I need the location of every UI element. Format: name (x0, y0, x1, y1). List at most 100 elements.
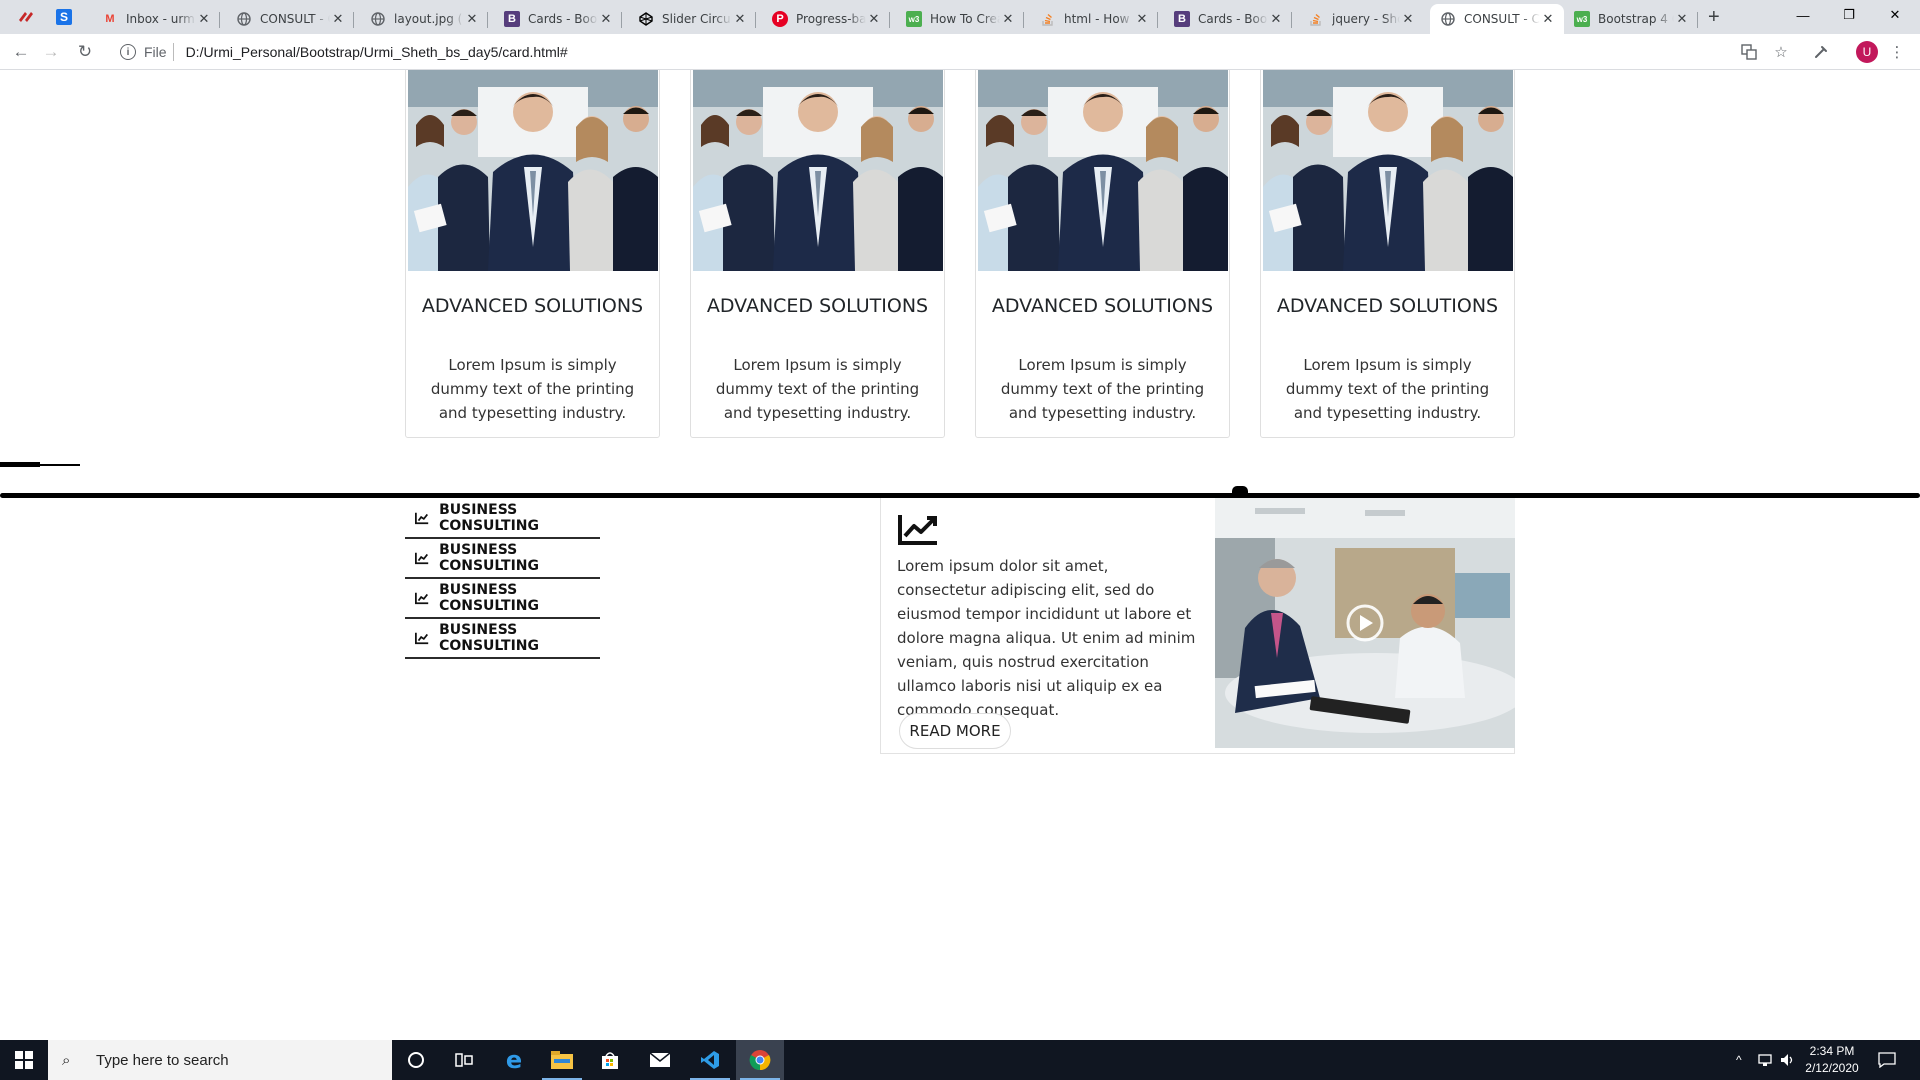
feature-card: Lorem ipsum dolor sit amet, consectetur … (880, 498, 1515, 754)
w3schools-icon: w3 (1574, 11, 1590, 27)
address-scheme-label: File (144, 44, 167, 60)
card-description: Lorem Ipsum is simply dummy text of the … (715, 356, 920, 422)
menu-kebab-icon[interactable]: ⋮ (1888, 43, 1906, 61)
browser-tab[interactable]: M Inbox - urmi ✕ (92, 4, 220, 34)
read-more-button[interactable]: READ MORE (899, 713, 1011, 749)
tab-close-icon[interactable]: ✕ (330, 11, 346, 27)
windows-taskbar: ⌕ Type here to search e ^ 2:34 PM 2/12/2… (0, 1040, 1920, 1080)
translate-icon[interactable] (1740, 43, 1758, 61)
globe-icon (370, 11, 386, 27)
pinned-tab-s-icon[interactable]: S (54, 7, 74, 27)
service-link[interactable]: BUSINESS CONSULTING (405, 619, 600, 659)
tab-close-icon[interactable]: ✕ (1268, 11, 1284, 27)
browser-tab-strip: S M Inbox - urmi ✕ CONSULT - C ✕ layout.jpg (… (0, 0, 1920, 34)
browser-tab[interactable]: P Progress-bar ✕ (762, 4, 890, 34)
back-arrow-icon[interactable]: ← (10, 41, 32, 63)
browser-tab[interactable]: w3 How To Creat✕ (896, 4, 1024, 34)
show-hidden-icons-chevron-icon[interactable]: ^ (1736, 1040, 1742, 1080)
team-photo (693, 70, 943, 271)
service-card: ADVANCED SOLUTIONS Lorem Ipsum is simply… (975, 70, 1230, 438)
bootstrap-icon: B (504, 11, 520, 27)
card-description: Lorem Ipsum is simply dummy text of the … (1285, 356, 1490, 422)
tab-close-icon[interactable]: ✕ (866, 11, 882, 27)
office-meeting-image (1215, 498, 1515, 748)
file-explorer-icon[interactable] (538, 1040, 586, 1080)
card-description: Lorem Ipsum is simply dummy text of the … (430, 356, 635, 422)
tab-title: Cards - Boots (1198, 12, 1268, 26)
close-window-button[interactable]: ✕ (1872, 0, 1918, 30)
team-photo (408, 70, 658, 271)
team-photo (1263, 70, 1513, 271)
service-link[interactable]: BUSINESS CONSULTING (405, 579, 600, 619)
service-label: BUSINESS CONSULTING (439, 502, 539, 534)
tab-close-icon[interactable]: ✕ (598, 11, 614, 27)
tab-close-icon[interactable]: ✕ (1540, 11, 1556, 27)
chrome-icon[interactable] (736, 1040, 784, 1080)
browser-tab[interactable]: jquery - Show✕ (1298, 4, 1424, 34)
tab-close-icon[interactable]: ✕ (1674, 11, 1690, 27)
tab-title: How To Creat (930, 12, 1000, 26)
tab-close-icon[interactable]: ✕ (1134, 11, 1150, 27)
browser-tab[interactable]: B Cards - Boots✕ (494, 4, 622, 34)
clock-date: 2/12/2020 (1805, 1061, 1859, 1075)
browser-tab[interactable]: B Cards - Boots✕ (1164, 4, 1292, 34)
service-card: ADVANCED SOLUTIONS Lorem Ipsum is simply… (405, 70, 660, 438)
tab-close-icon[interactable]: ✕ (464, 11, 480, 27)
address-bar[interactable]: i File D:/Urmi_Personal/Bootstrap/Urmi_S… (110, 37, 1790, 67)
site-info-icon[interactable]: i (120, 44, 136, 60)
pinterest-icon: P (772, 11, 788, 27)
profile-avatar[interactable]: U (1856, 41, 1878, 63)
browser-tab[interactable]: Slider Circula✕ (628, 4, 756, 34)
forward-arrow-icon[interactable]: → (40, 41, 62, 63)
mail-icon[interactable] (636, 1040, 684, 1080)
browser-tab[interactable]: html - How t ✕ (1030, 4, 1158, 34)
service-link[interactable]: BUSINESS CONSULTING (405, 499, 600, 539)
browser-tab[interactable]: CONSULT - C ✕ (1430, 4, 1564, 34)
service-link[interactable]: BUSINESS CONSULTING (405, 539, 600, 579)
line-chart-icon (415, 592, 429, 605)
service-label: BUSINESS CONSULTING (439, 542, 539, 574)
vscode-icon[interactable] (686, 1040, 734, 1080)
system-clock[interactable]: 2:34 PM 2/12/2020 (1792, 1043, 1872, 1077)
search-icon: ⌕ (62, 1051, 71, 1069)
address-url[interactable]: D:/Urmi_Personal/Bootstrap/Urmi_Sheth_bs… (186, 44, 568, 60)
cortana-icon[interactable] (392, 1040, 440, 1080)
search-placeholder: Type here to search (96, 1051, 229, 1069)
tab-close-icon[interactable]: ✕ (1000, 11, 1016, 27)
minimize-button[interactable]: — (1780, 0, 1826, 30)
edge-icon[interactable]: e (490, 1040, 538, 1080)
network-icon[interactable] (1758, 1040, 1774, 1080)
action-center-icon[interactable] (1878, 1040, 1896, 1080)
pinned-tab-icon[interactable] (16, 7, 36, 27)
browser-tab[interactable]: w3 Bootstrap 4 C ✕ (1564, 4, 1698, 34)
service-card: ADVANCED SOLUTIONS Lorem Ipsum is simply… (1260, 70, 1515, 438)
progress-indicator (0, 462, 40, 467)
new-tab-button[interactable]: + (1708, 6, 1720, 29)
tab-close-icon[interactable]: ✕ (732, 11, 748, 27)
tab-close-icon[interactable]: ✕ (196, 11, 212, 27)
stackoverflow-icon (1040, 11, 1056, 27)
tab-close-icon[interactable]: ✕ (1400, 11, 1416, 27)
browser-tab[interactable]: CONSULT - C ✕ (226, 4, 354, 34)
line-chart-icon (415, 552, 429, 565)
tab-title: layout.jpg (1 (394, 12, 464, 26)
team-photo (978, 70, 1228, 271)
tab-title: Bootstrap 4 C (1598, 12, 1674, 26)
browser-toolbar: ← → ↻ i File D:/Urmi_Personal/Bootstrap/… (0, 34, 1920, 70)
browser-tab[interactable]: layout.jpg (1 ✕ (360, 4, 488, 34)
eyedropper-icon[interactable] (1812, 43, 1830, 61)
progress-indicator-track (40, 464, 80, 466)
tab-title: html - How t (1064, 12, 1134, 26)
line-chart-icon (898, 515, 937, 545)
reload-icon[interactable]: ↻ (74, 41, 96, 63)
windows-start-icon[interactable] (0, 1040, 48, 1080)
store-icon[interactable] (586, 1040, 634, 1080)
codepen-icon (638, 11, 654, 27)
task-view-icon[interactable] (440, 1040, 488, 1080)
gmail-icon: M (105, 13, 115, 25)
taskbar-search-box[interactable]: ⌕ Type here to search (48, 1040, 392, 1080)
bookmark-star-icon[interactable]: ☆ (1772, 43, 1790, 61)
restore-button[interactable]: ❐ (1826, 0, 1872, 30)
tab-title: CONSULT - C (260, 12, 330, 26)
globe-icon (1440, 11, 1456, 27)
